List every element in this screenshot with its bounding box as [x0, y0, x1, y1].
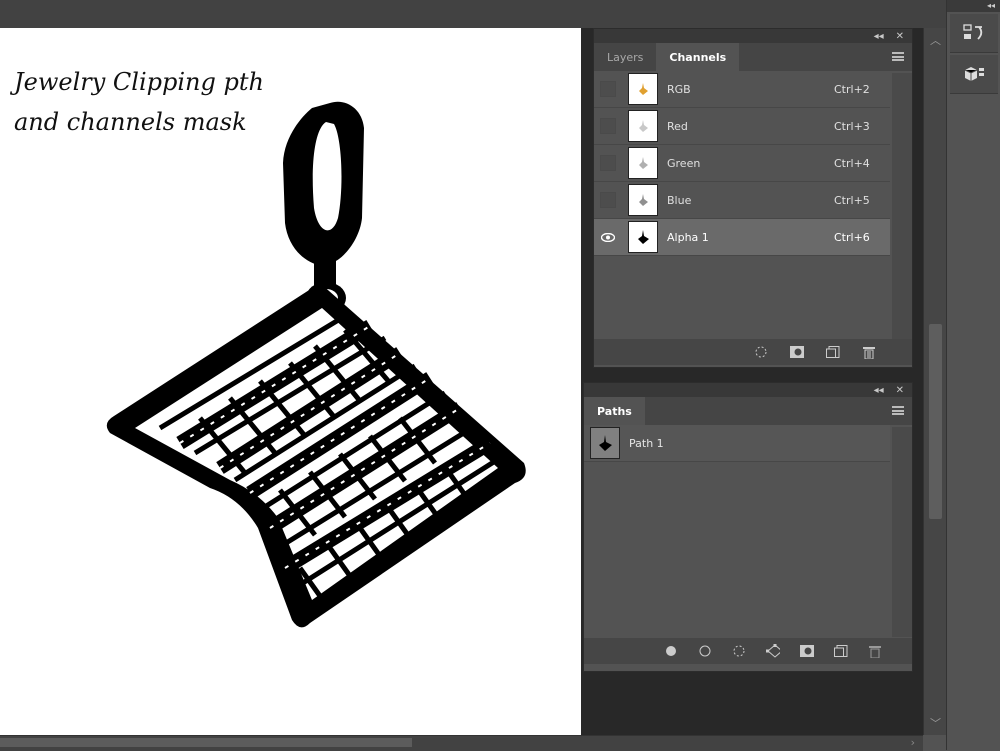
- vertical-scroll-thumb[interactable]: [929, 324, 942, 519]
- scroll-down-arrow-icon[interactable]: ﹀: [930, 715, 941, 731]
- tab-paths[interactable]: Paths: [584, 397, 645, 425]
- channel-row-alpha-1[interactable]: Alpha 1 Ctrl+6: [594, 219, 890, 256]
- path-thumbnail: [590, 427, 620, 459]
- caption-line-1: Jewelry Clipping pth: [14, 68, 264, 96]
- close-panel-icon[interactable]: ✕: [896, 385, 904, 396]
- visibility-toggle[interactable]: [600, 192, 616, 208]
- save-selection-icon[interactable]: [790, 346, 804, 358]
- options-bar: [0, 0, 946, 29]
- tab-layers[interactable]: Layers: [594, 43, 656, 71]
- channel-row-green[interactable]: Green Ctrl+4: [594, 145, 890, 182]
- make-work-path-icon[interactable]: [766, 644, 780, 658]
- paths-list: Path 1: [584, 425, 890, 462]
- visibility-toggle[interactable]: [600, 81, 616, 97]
- close-panel-icon[interactable]: ✕: [896, 31, 904, 42]
- tab-channels[interactable]: Channels: [656, 43, 740, 71]
- channels-panel: ◂◂ ✕ Layers Channels RGB Ctrl+2 Red Ctrl…: [593, 28, 913, 368]
- stroke-path-icon[interactable]: [698, 645, 712, 657]
- channel-name: RGB: [667, 82, 691, 96]
- scroll-up-arrow-icon[interactable]: ︿: [930, 32, 941, 48]
- channel-thumbnail: [628, 110, 658, 142]
- panel-header-bar: ◂◂ ✕: [594, 29, 912, 43]
- channel-row-red[interactable]: Red Ctrl+3: [594, 108, 890, 145]
- channels-scrollbar[interactable]: [892, 73, 912, 339]
- eye-icon[interactable]: [600, 229, 616, 245]
- channel-name: Red: [667, 119, 688, 133]
- collapse-panel-icon[interactable]: ◂◂: [874, 385, 884, 396]
- visibility-toggle[interactable]: [600, 155, 616, 171]
- horizontal-scroll-thumb[interactable]: [0, 738, 412, 747]
- horizontal-scrollbar[interactable]: ›: [0, 735, 923, 751]
- channel-shortcut: Ctrl+4: [834, 156, 870, 170]
- channel-name: Alpha 1: [667, 230, 709, 244]
- channels-list: RGB Ctrl+2 Red Ctrl+3 Green Ctrl+4 Blue …: [594, 71, 890, 256]
- panel-menu-icon[interactable]: [892, 406, 904, 415]
- new-path-icon[interactable]: [834, 645, 848, 657]
- channel-row-rgb[interactable]: RGB Ctrl+2: [594, 71, 890, 108]
- history-icon[interactable]: [950, 14, 998, 53]
- jewelry-mask-image: [106, 101, 526, 628]
- channel-shortcut: Ctrl+5: [834, 193, 870, 207]
- collapse-panel-icon[interactable]: ◂◂: [874, 31, 884, 42]
- paths-footer: [584, 638, 912, 664]
- new-channel-icon[interactable]: [826, 346, 840, 358]
- load-path-selection-icon[interactable]: [732, 645, 746, 657]
- fill-path-icon[interactable]: [664, 645, 678, 657]
- channel-thumbnail: [628, 184, 658, 216]
- vertical-scrollbar[interactable]: ︿ ﹀: [923, 28, 947, 735]
- channel-shortcut: Ctrl+2: [834, 82, 870, 96]
- load-selection-icon[interactable]: [754, 346, 768, 358]
- channel-thumbnail: [628, 221, 658, 253]
- channel-row-blue[interactable]: Blue Ctrl+5: [594, 182, 890, 219]
- paths-tab-bar: Paths: [584, 397, 912, 425]
- trash-icon[interactable]: [862, 346, 876, 359]
- channel-shortcut: Ctrl+3: [834, 119, 870, 133]
- path-name: Path 1: [629, 436, 664, 450]
- channel-thumbnail: [628, 73, 658, 105]
- right-dock: ◂◂: [946, 0, 1000, 750]
- paths-panel: ◂◂ ✕ Paths Path 1: [583, 382, 913, 672]
- channel-shortcut: Ctrl+6: [834, 230, 870, 244]
- panel-header-bar: ◂◂ ✕: [584, 383, 912, 397]
- channels-tab-bar: Layers Channels: [594, 43, 912, 71]
- channel-thumbnail: [628, 147, 658, 179]
- paths-scrollbar[interactable]: [892, 427, 912, 637]
- path-row[interactable]: Path 1: [584, 425, 890, 462]
- scroll-right-arrow-icon[interactable]: ›: [911, 736, 915, 749]
- document-canvas[interactable]: Jewelry Clipping pth and channels mask: [0, 28, 581, 735]
- 3d-icon[interactable]: [950, 55, 998, 94]
- panel-menu-icon[interactable]: [892, 52, 904, 61]
- channel-name: Blue: [667, 193, 692, 207]
- trash-icon[interactable]: [868, 645, 882, 658]
- channels-footer: [594, 339, 912, 365]
- add-mask-icon[interactable]: [800, 645, 814, 657]
- visibility-toggle[interactable]: [600, 118, 616, 134]
- dock-collapse-icon[interactable]: ◂◂: [947, 0, 1000, 12]
- channel-name: Green: [667, 156, 701, 170]
